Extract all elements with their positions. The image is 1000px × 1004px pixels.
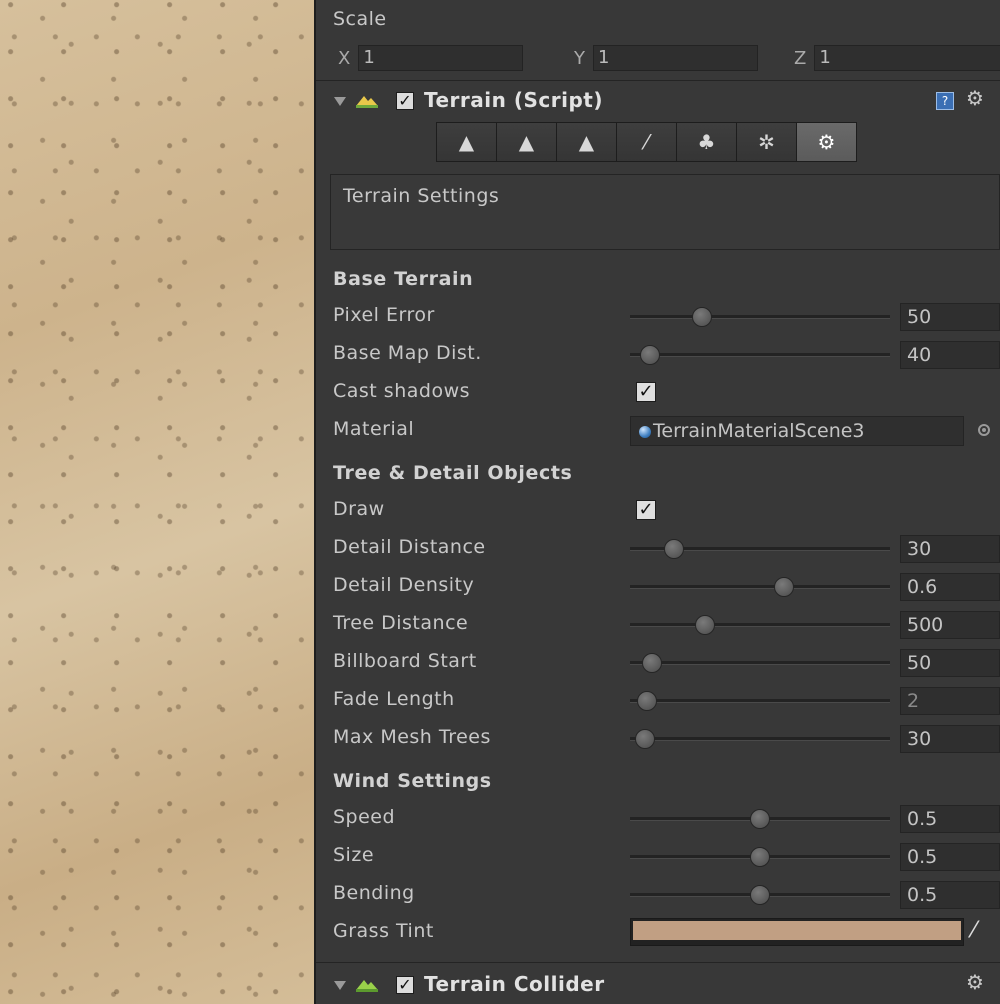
grass-tint-swatch [633, 921, 961, 940]
pixel-error-label: Pixel Error [333, 304, 435, 326]
cast-shadows-label: Cast shadows [333, 380, 471, 402]
cast-shadows-checkbox[interactable]: ✓ [636, 382, 656, 402]
billboard-start-label: Billboard Start [333, 650, 477, 672]
wind-speed-label: Speed [333, 806, 396, 828]
terrain-collider-icon [356, 980, 378, 992]
slider-thumb[interactable] [750, 885, 770, 905]
fade-length-field[interactable]: 2 [900, 687, 1000, 715]
terrain-icon [356, 96, 378, 108]
place-trees-icon[interactable]: ♣ [676, 122, 737, 162]
grass-tint-label: Grass Tint [333, 920, 434, 942]
max-mesh-trees-field[interactable]: 30 [900, 725, 1000, 753]
scale-z-group: Z 1 [794, 44, 1000, 72]
fade-length-slider[interactable] [630, 688, 890, 714]
raise-lower-terrain-icon[interactable]: ▲ [436, 122, 497, 162]
slider-thumb[interactable] [642, 653, 662, 673]
foldout-arrow-icon[interactable] [334, 981, 346, 990]
help-book-icon[interactable]: ? [936, 92, 954, 110]
detail-distance-label: Detail Distance [333, 536, 486, 558]
wind-size-label: Size [333, 844, 375, 866]
wind-bending-slider[interactable] [630, 882, 890, 908]
slider-thumb[interactable] [750, 809, 770, 829]
draw-checkbox[interactable]: ✓ [636, 500, 656, 520]
detail-distance-field[interactable]: 30 [900, 535, 1000, 563]
terrain-component-title: Terrain (Script) [424, 88, 603, 112]
wind-bending-label: Bending [333, 882, 415, 904]
billboard-start-field[interactable]: 50 [900, 649, 1000, 677]
slider-thumb[interactable] [692, 307, 713, 327]
inspector-panel: Scale X 1 Y 1 Z 1 ✓ Terrain (Script) ? ⚙… [316, 0, 1000, 1004]
collider-component-title: Terrain Collider [424, 972, 605, 996]
detail-density-label: Detail Density [333, 574, 475, 596]
grass-tint-color-field[interactable] [630, 918, 964, 946]
pixel-error-field[interactable]: 50 [900, 303, 1000, 331]
scale-x-group: X 1 [338, 44, 524, 72]
slider-thumb[interactable] [663, 539, 684, 559]
wind-size-field[interactable]: 0.5 [900, 843, 1000, 871]
slider-thumb[interactable] [637, 691, 658, 711]
tool-info-text: Terrain Settings [343, 185, 500, 207]
detail-density-field[interactable]: 0.6 [900, 573, 1000, 601]
slider-thumb[interactable] [694, 615, 715, 635]
draw-label: Draw [333, 498, 385, 520]
material-sphere-icon [639, 426, 651, 438]
fade-length-label: Fade Length [333, 688, 455, 710]
wind-bending-field[interactable]: 0.5 [900, 881, 1000, 909]
terrain-settings-gear-icon[interactable]: ⚙ [796, 122, 857, 162]
tree-distance-label: Tree Distance [333, 612, 469, 634]
wind-speed-slider[interactable] [630, 806, 890, 832]
material-name: TerrainMaterialScene3 [653, 420, 865, 442]
max-mesh-trees-slider[interactable] [630, 726, 890, 752]
billboard-start-slider[interactable] [630, 650, 890, 676]
scale-x-label: X [338, 47, 351, 69]
tree-detail-header: Tree & Detail Objects [333, 462, 573, 484]
pixel-error-slider[interactable] [630, 304, 890, 330]
scale-y-label: Y [574, 47, 585, 69]
eyedropper-icon[interactable]: ⁄ [972, 918, 976, 943]
terrain-tool-strip: ▲ ▲ ▲ ⁄ ♣ ✲ ⚙ [436, 122, 857, 162]
slider-thumb[interactable] [774, 577, 794, 597]
material-label: Material [333, 418, 415, 440]
base-map-dist-slider[interactable] [630, 342, 890, 368]
max-mesh-trees-label: Max Mesh Trees [333, 726, 491, 748]
detail-density-slider[interactable] [630, 574, 890, 600]
foldout-arrow-icon[interactable] [334, 97, 346, 106]
collider-settings-gear-icon[interactable]: ⚙ [966, 970, 984, 994]
terrain-component-header[interactable]: ✓ Terrain (Script) ? ⚙ [316, 82, 1000, 120]
wind-settings-header: Wind Settings [333, 770, 492, 792]
paint-height-icon[interactable]: ▲ [496, 122, 557, 162]
smooth-height-icon[interactable]: ▲ [556, 122, 617, 162]
terrain-enabled-checkbox[interactable]: ✓ [396, 92, 414, 110]
tree-distance-field[interactable]: 500 [900, 611, 1000, 639]
scale-z-field[interactable]: 1 [814, 45, 1000, 71]
scale-x-field[interactable]: 1 [358, 45, 524, 71]
component-divider [316, 80, 1000, 81]
scale-y-field[interactable]: 1 [593, 45, 758, 71]
scene-view-terrain[interactable] [0, 0, 314, 1004]
detail-distance-slider[interactable] [630, 536, 890, 562]
slider-thumb[interactable] [639, 345, 660, 365]
slider-thumb[interactable] [750, 847, 770, 867]
tree-distance-slider[interactable] [630, 612, 890, 638]
component-settings-gear-icon[interactable]: ⚙ [966, 86, 984, 110]
tool-info-box: Terrain Settings [330, 174, 1000, 250]
material-object-field[interactable]: TerrainMaterialScene3 [630, 416, 964, 446]
base-terrain-header: Base Terrain [333, 268, 474, 290]
base-map-dist-label: Base Map Dist. [333, 342, 482, 364]
wind-speed-field[interactable]: 0.5 [900, 805, 1000, 833]
scale-z-label: Z [794, 47, 807, 69]
object-picker-icon[interactable] [978, 424, 990, 436]
wind-size-slider[interactable] [630, 844, 890, 870]
collider-enabled-checkbox[interactable]: ✓ [396, 976, 414, 994]
paint-details-icon[interactable]: ✲ [736, 122, 797, 162]
scale-label: Scale [333, 8, 387, 30]
slider-thumb[interactable] [634, 729, 655, 749]
terrain-collider-header[interactable]: ✓ Terrain Collider ⚙ [316, 966, 1000, 1004]
base-map-dist-field[interactable]: 40 [900, 341, 1000, 369]
scale-y-group: Y 1 [574, 44, 758, 72]
paint-texture-brush-icon[interactable]: ⁄ [616, 122, 677, 162]
component-divider [316, 962, 1000, 963]
